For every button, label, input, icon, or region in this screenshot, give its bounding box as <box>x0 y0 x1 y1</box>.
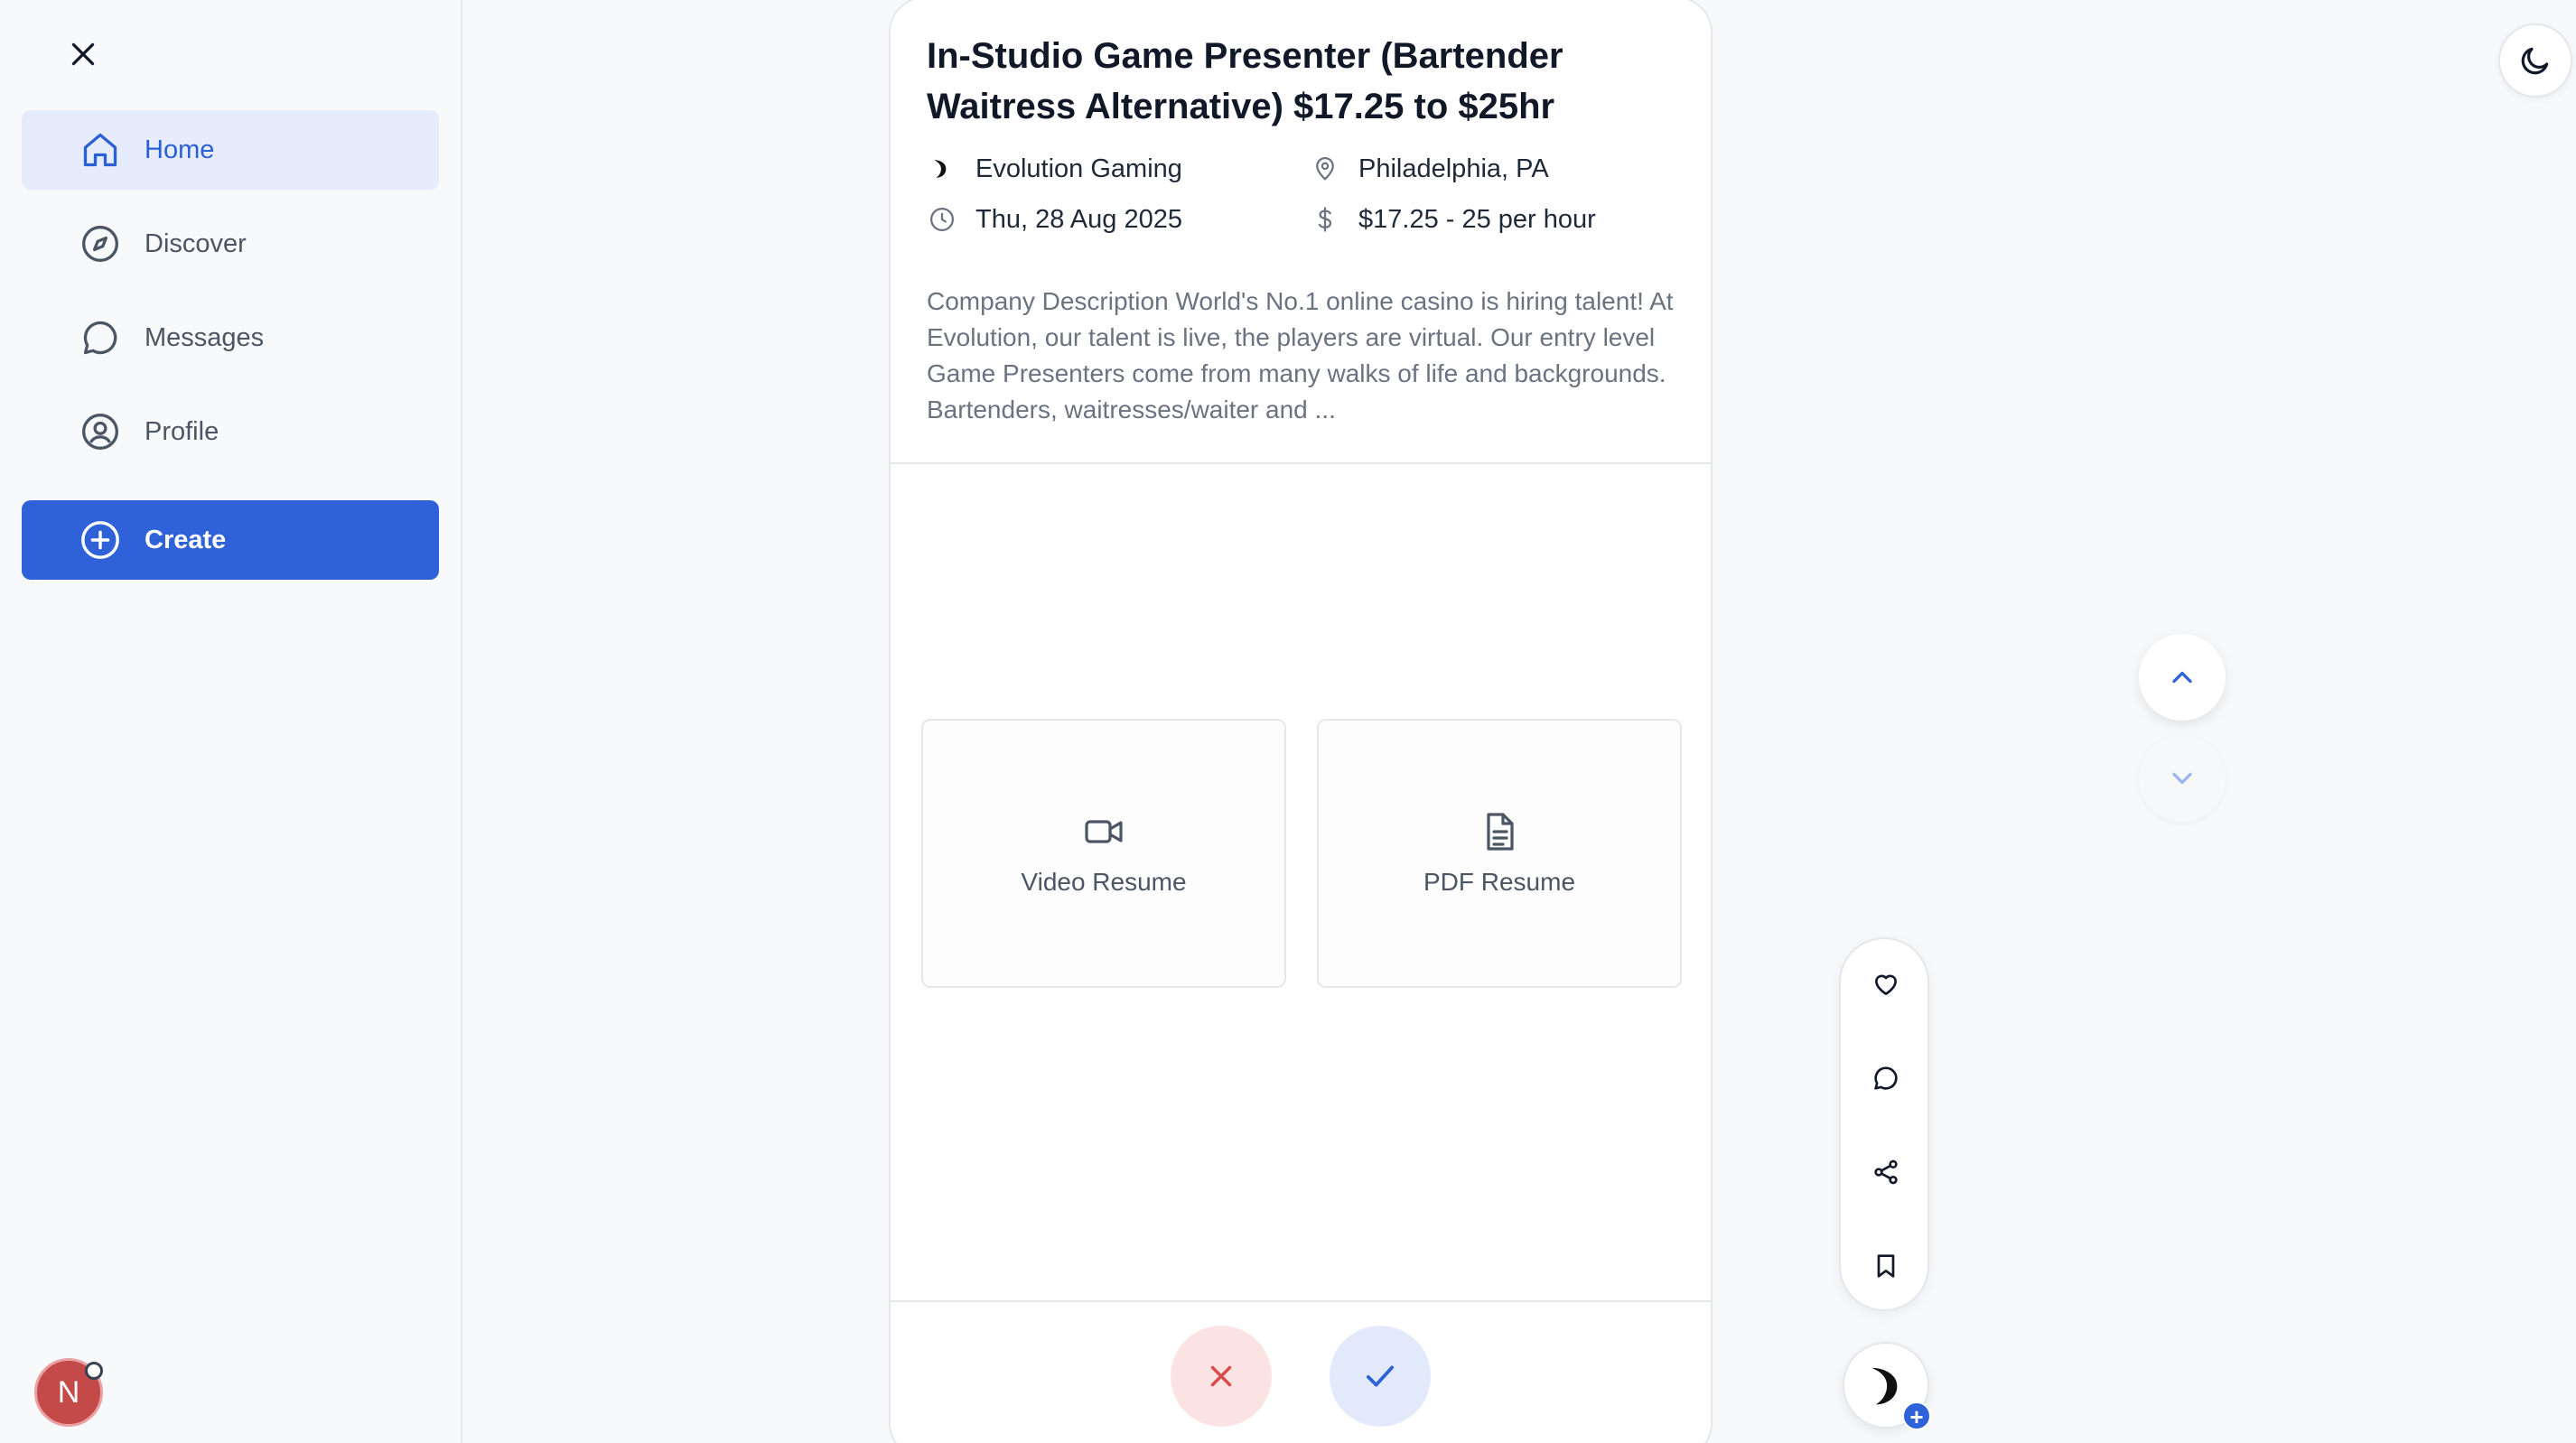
sidebar-item-label: Discover <box>145 228 247 258</box>
close-icon <box>71 42 95 66</box>
divider <box>891 462 1711 464</box>
message-icon <box>79 317 121 358</box>
sidebar-item-discover[interactable]: Discover <box>22 204 439 284</box>
pdf-resume-button[interactable]: PDF Resume <box>1317 719 1682 988</box>
chevron-down-icon <box>2172 772 2192 785</box>
job-pay: $17.25 - 25 per hour <box>1358 204 1596 234</box>
map-pin-icon <box>1310 154 1340 184</box>
comment-button[interactable] <box>1864 1057 1908 1100</box>
user-circle-icon <box>79 411 121 452</box>
bookmark-button[interactable] <box>1864 1244 1908 1288</box>
video-resume-button[interactable]: Video Resume <box>921 719 1286 988</box>
company-logo-icon <box>1871 1367 1898 1405</box>
company-name: Evolution Gaming <box>975 154 1182 183</box>
pay-row: $17.25 - 25 per hour <box>1310 204 1596 235</box>
action-rail <box>1839 937 1929 1311</box>
check-icon <box>1366 1365 1395 1387</box>
job-date: Thu, 28 Aug 2025 <box>975 204 1182 234</box>
compass-icon <box>79 223 121 265</box>
share-icon <box>1874 1159 1898 1185</box>
heart-icon <box>1875 974 1897 995</box>
home-icon <box>79 129 121 171</box>
chevron-up-icon <box>2172 671 2192 684</box>
divider <box>891 1300 1711 1302</box>
location-row: Philadelphia, PA <box>1310 154 1549 184</box>
accept-button[interactable] <box>1330 1326 1431 1427</box>
video-camera-icon <box>1085 820 1123 843</box>
share-button[interactable] <box>1864 1150 1908 1194</box>
dollar-icon <box>1310 204 1340 235</box>
x-icon <box>1210 1365 1232 1387</box>
sidebar-item-label: Profile <box>145 416 219 446</box>
company-logo-icon <box>927 154 957 184</box>
create-label: Create <box>145 525 227 554</box>
sidebar-item-profile[interactable]: Profile <box>22 392 439 471</box>
follow-company-button[interactable]: + <box>1902 1401 1931 1430</box>
like-button[interactable] <box>1864 963 1908 1006</box>
pdf-resume-label: PDF Resume <box>1423 868 1576 896</box>
document-icon <box>1487 813 1514 851</box>
reject-button[interactable] <box>1171 1326 1272 1427</box>
comment-icon <box>1874 1066 1898 1090</box>
create-button[interactable]: Create <box>22 500 439 580</box>
avatar-initial: N <box>57 1374 80 1410</box>
job-title: In-Studio Game Presenter (Bartender Wait… <box>927 36 1563 126</box>
sidebar-item-label: Home <box>145 135 215 164</box>
date-row: Thu, 28 Aug 2025 <box>927 204 1182 235</box>
plus-circle-icon <box>79 519 121 561</box>
job-card: In-Studio Game Presenter (Bartender Wait… <box>889 0 1713 1443</box>
previous-post-button[interactable] <box>2139 634 2226 721</box>
theme-toggle-button[interactable] <box>2498 23 2572 98</box>
video-resume-label: Video Resume <box>1021 868 1187 896</box>
job-location: Philadelphia, PA <box>1358 154 1549 183</box>
sidebar: Home Discover Messages Profile Create <box>0 0 462 1443</box>
close-sidebar-button[interactable] <box>61 33 105 76</box>
bookmark-icon <box>1877 1254 1895 1278</box>
company-row: Evolution Gaming <box>927 154 1182 184</box>
sidebar-item-label: Messages <box>145 322 265 352</box>
sidebar-item-home[interactable]: Home <box>22 110 439 190</box>
job-description: Company Description World's No.1 online … <box>927 287 1674 424</box>
status-indicator <box>85 1362 103 1380</box>
moon-icon <box>2521 47 2549 75</box>
clock-icon <box>927 204 957 235</box>
sidebar-item-messages[interactable]: Messages <box>22 298 439 377</box>
next-post-button[interactable] <box>2139 735 2226 822</box>
